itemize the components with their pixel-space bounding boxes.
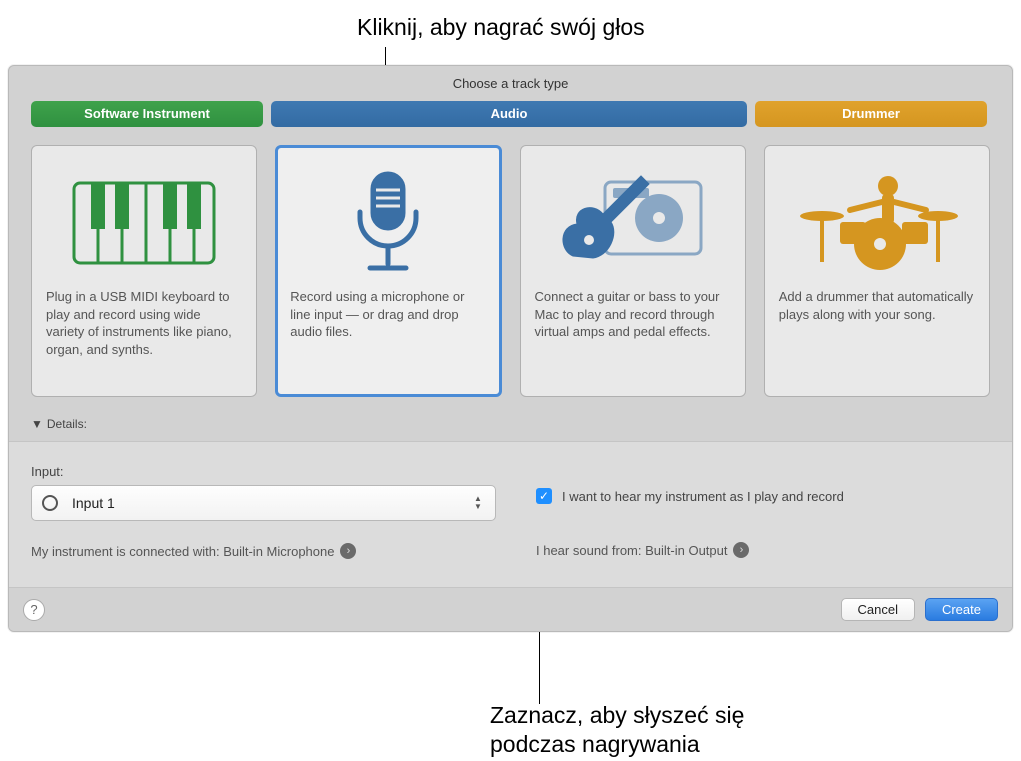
drummer-icon bbox=[779, 158, 975, 288]
card-text: Connect a guitar or bass to your Mac to … bbox=[535, 288, 731, 341]
output-info[interactable]: I hear sound from: Built-in Output › bbox=[536, 542, 990, 558]
details-label: Details: bbox=[47, 417, 87, 431]
keyboard-icon bbox=[46, 158, 242, 288]
callout-line2: podczas nagrywania bbox=[490, 731, 700, 757]
callout-line1: Zaznacz, aby słyszeć się bbox=[490, 702, 744, 728]
output-text: I hear sound from: Built-in Output bbox=[536, 543, 727, 558]
card-text: Record using a microphone or line input … bbox=[290, 288, 486, 341]
new-track-panel: Choose a track type Software Instrument … bbox=[8, 65, 1013, 632]
guitar-amp-icon bbox=[535, 158, 731, 288]
monitor-section: ✓ I want to hear my instrument as I play… bbox=[536, 464, 990, 559]
monitor-label: I want to hear my instrument as I play a… bbox=[562, 489, 844, 504]
chevron-right-icon: › bbox=[733, 542, 749, 558]
help-button[interactable]: ? bbox=[23, 599, 45, 621]
input-label: Input: bbox=[31, 464, 496, 479]
dropdown-arrows-icon: ▲▼ bbox=[469, 492, 487, 514]
tab-software-instrument[interactable]: Software Instrument bbox=[31, 101, 263, 127]
card-text: Plug in a USB MIDI keyboard to play and … bbox=[46, 288, 242, 358]
tab-drummer[interactable]: Drummer bbox=[755, 101, 987, 127]
track-cards: Plug in a USB MIDI keyboard to play and … bbox=[9, 129, 1012, 415]
monitor-checkbox[interactable]: ✓ bbox=[536, 488, 552, 504]
microphone-icon bbox=[290, 158, 486, 288]
card-text: Add a drummer that automatically plays a… bbox=[779, 288, 975, 323]
details-body: Input: Input 1 ▲▼ My instrument is conne… bbox=[9, 441, 1012, 588]
create-button[interactable]: Create bbox=[925, 598, 998, 621]
details-toggle[interactable]: ▼ Details: bbox=[9, 415, 1012, 441]
track-type-tabs: Software Instrument Audio Drummer bbox=[9, 95, 1012, 129]
input-dropdown[interactable]: Input 1 ▲▼ bbox=[31, 485, 496, 521]
panel-footer: ? Cancel Create bbox=[9, 588, 1012, 631]
input-channel-icon bbox=[42, 495, 58, 511]
disclosure-triangle-icon: ▼ bbox=[31, 417, 43, 431]
connection-text: My instrument is connected with: Built-i… bbox=[31, 544, 334, 559]
cancel-button[interactable]: Cancel bbox=[841, 598, 915, 621]
card-drummer[interactable]: Add a drummer that automatically plays a… bbox=[764, 145, 990, 397]
tab-audio[interactable]: Audio bbox=[271, 101, 747, 127]
card-audio-guitar[interactable]: Connect a guitar or bass to your Mac to … bbox=[520, 145, 746, 397]
card-software-instrument[interactable]: Plug in a USB MIDI keyboard to play and … bbox=[31, 145, 257, 397]
chevron-right-icon: › bbox=[340, 543, 356, 559]
input-section: Input: Input 1 ▲▼ My instrument is conne… bbox=[31, 464, 496, 559]
panel-title: Choose a track type bbox=[9, 66, 1012, 95]
connection-info[interactable]: My instrument is connected with: Built-i… bbox=[31, 543, 496, 559]
card-audio-mic[interactable]: Record using a microphone or line input … bbox=[275, 145, 501, 397]
callout-top-text: Kliknij, aby nagrać swój głos bbox=[357, 14, 645, 41]
monitor-checkbox-row[interactable]: ✓ I want to hear my instrument as I play… bbox=[536, 464, 990, 504]
callout-bottom-text: Zaznacz, aby słyszeć się podczas nagrywa… bbox=[490, 701, 744, 759]
input-value: Input 1 bbox=[72, 495, 115, 511]
